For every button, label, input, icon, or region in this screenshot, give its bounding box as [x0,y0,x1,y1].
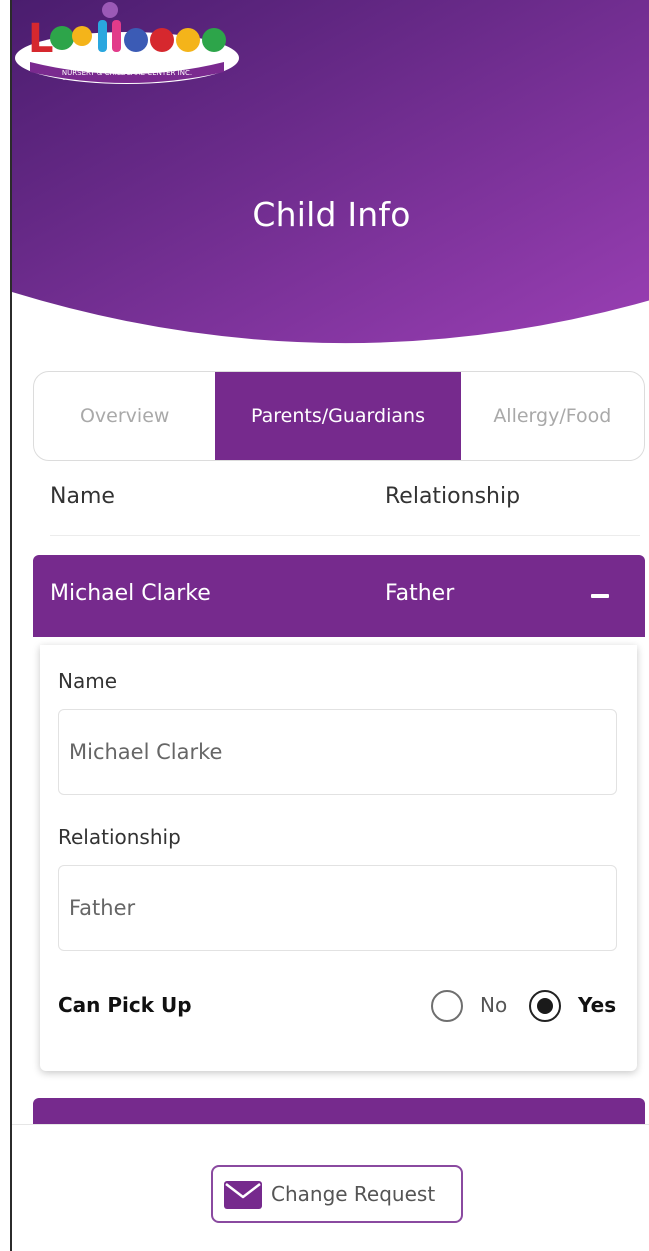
pickup-radio-no[interactable] [431,990,463,1022]
can-pick-up-label: Can Pick Up [58,993,192,1017]
pickup-radio-no-label[interactable]: No [480,993,507,1017]
guardian-name: Michael Clarke [50,581,211,606]
name-field[interactable] [69,710,599,793]
column-header-name: Name [50,484,115,509]
guardian-details-card: Name Relationship Can Pick Up No Yes [40,645,637,1071]
tab-overview[interactable]: Overview [34,372,215,460]
change-request-label: Change Request [271,1182,436,1206]
relationship-label: Relationship [58,825,181,849]
change-request-button[interactable]: Change Request [211,1165,463,1223]
collapse-minus-icon[interactable] [588,583,614,609]
tab-parents-guardians[interactable]: Parents/Guardians [215,372,461,460]
lullaboo-logo: L NURSERY & CHILDCARE CENTER INC. [15,2,239,84]
guardian-relationship: Father [385,581,455,606]
pickup-radio-yes-label[interactable]: Yes [578,993,616,1017]
app-screen: L NURSERY & CHILDCARE CENTER INC. Child … [10,0,649,1251]
tab-bar: Overview Parents/Guardians Allergy/Food [33,371,645,461]
guardian-accordion-header[interactable]: Michael Clarke Father [33,555,645,637]
tab-allergy-food[interactable]: Allergy/Food [461,372,644,460]
pickup-radio-yes[interactable] [529,990,561,1022]
footer: Change Request [12,1124,649,1251]
relationship-field[interactable] [69,866,599,949]
column-header-relationship: Relationship [385,484,521,509]
page-title: Child Info [252,195,411,234]
name-field-box [58,709,617,795]
name-label: Name [58,669,118,693]
relationship-field-box [58,865,617,951]
svg-text:L: L [28,16,54,62]
mail-icon [224,1181,262,1209]
column-headers: Name Relationship [50,476,640,536]
svg-text:NURSERY & CHILDCARE CENTER INC: NURSERY & CHILDCARE CENTER INC. [62,69,192,77]
header: L NURSERY & CHILDCARE CENTER INC. Child … [12,0,649,360]
